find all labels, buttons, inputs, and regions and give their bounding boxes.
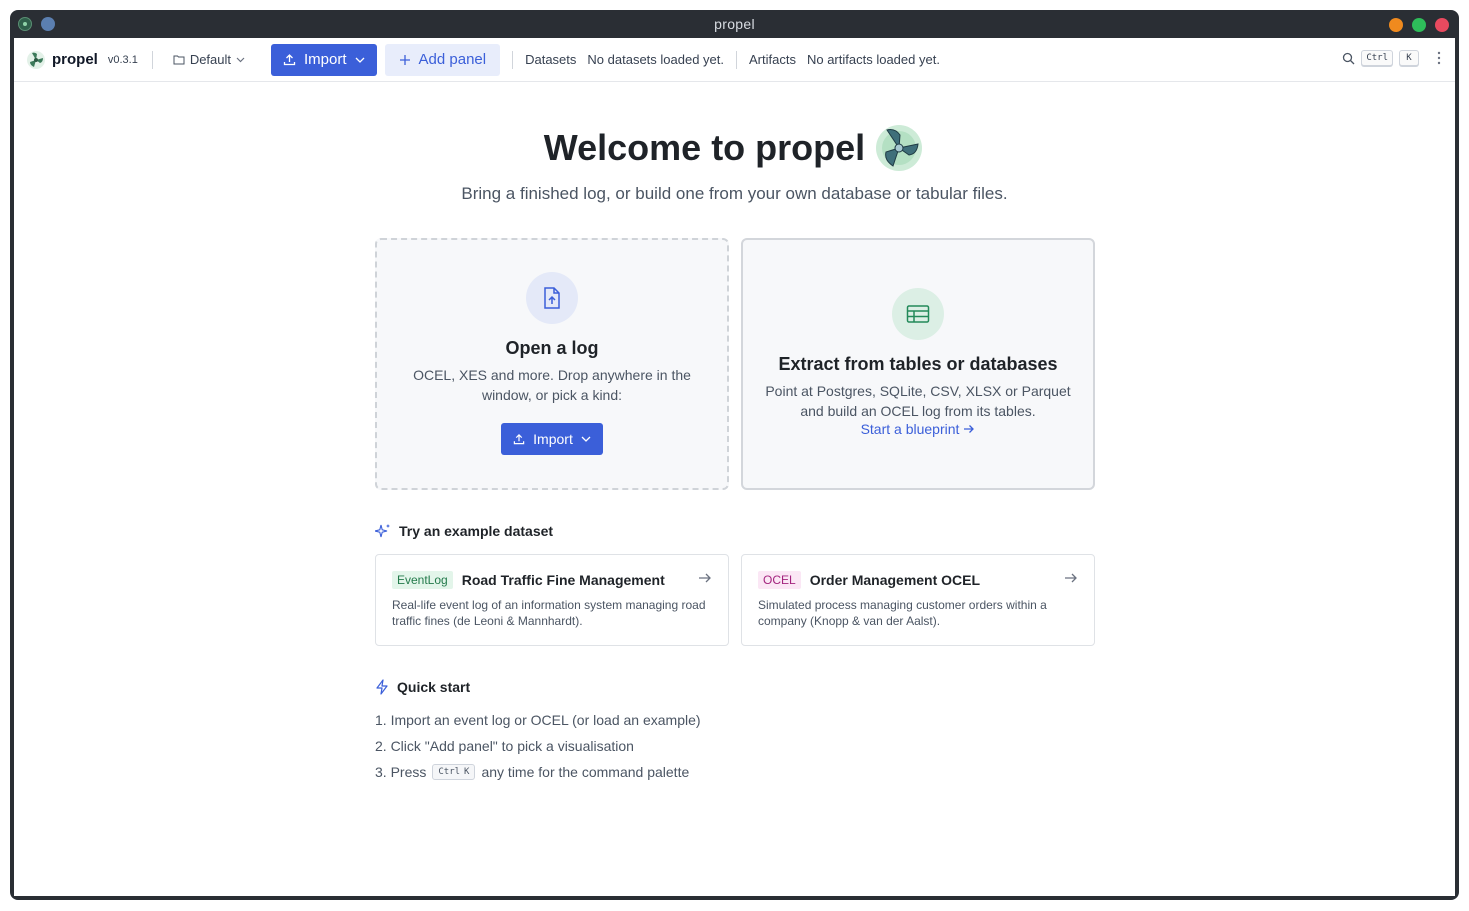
kbd-k: K [464,767,470,777]
examples-heading: Try an example dataset [375,523,553,539]
app-icon [18,17,32,31]
plus-icon [399,54,410,65]
minimize-button[interactable] [1389,18,1403,32]
propeller-icon [876,125,923,171]
step-text: any time for the command palette [481,764,690,780]
start-blueprint-label: Start a blueprint [860,421,960,437]
workspace-selector[interactable]: Default [173,52,245,67]
window-menu-icon[interactable] [41,17,55,31]
app-content: propel v0.3.1 Default Import Add panel D… [14,38,1455,896]
open-log-import-button[interactable]: Import [501,423,603,455]
folder-icon [173,55,185,65]
quickstart-step: 1. Import an event log or OCEL (or load … [375,707,701,733]
page-title: Welcome to propel [543,127,866,168]
lightning-icon [376,679,388,695]
extract-title: Extract from tables or databases [778,354,1058,374]
chevron-down-icon [355,57,364,63]
ocel-badge: OCEL [758,571,801,589]
extract-description: Point at Postgres, SQLite, CSV, XLSX or … [765,383,1071,419]
shortcut-ctrl-key: Ctrl [1361,50,1393,66]
sparkles-icon [375,524,390,538]
divider [151,50,153,69]
start-blueprint-link[interactable]: Start a blueprint [861,421,976,437]
datasets-status: No datasets loaded yet. [587,52,724,67]
step-text: 1. Import an event log or OCEL (or load … [375,712,701,728]
quickstart-steps: 1. Import an event log or OCEL (or load … [375,707,701,785]
search-icon[interactable] [1342,52,1355,65]
version-label: v0.3.1 [107,53,138,66]
close-button[interactable] [1435,18,1449,32]
titlebar: propel [10,10,1459,38]
more-options-icon[interactable] [1437,51,1441,65]
datasets-label: Datasets [525,52,577,67]
open-log-import-label: Import [533,431,573,447]
kbd-ctrl: Ctrl [438,767,461,777]
quickstart-step: 3. Press Ctrl K any time for the command… [375,759,701,785]
example-card-order-management[interactable]: OCEL Order Management OCEL Simulated pro… [741,554,1095,646]
workspace-label: Default [189,52,232,67]
arrow-right-icon [699,573,711,583]
step-text: 3. Press [375,764,427,780]
quickstart-step: 2. Click "Add panel" to pick a visualisa… [375,733,701,759]
arrow-right-icon [1065,573,1077,583]
maximize-button[interactable] [1412,18,1426,32]
page-subtitle: Bring a finished log, or build one from … [461,184,1008,203]
artifacts-label: Artifacts [749,52,796,67]
arrow-right-icon [964,425,975,433]
chevron-down-icon [236,57,245,62]
import-button[interactable]: Import [271,43,377,76]
example-title: Road Traffic Fine Management [461,572,665,588]
examples-heading-label: Try an example dataset [399,523,554,539]
step-text: 2. Click "Add panel" to pick a visualisa… [375,738,634,754]
upload-icon [283,54,296,66]
divider [736,50,737,69]
upload-icon [513,433,525,445]
example-card-road-traffic[interactable]: EventLog Road Traffic Fine Management Re… [375,554,729,646]
shortcut-k-key: K [1399,50,1419,66]
artifacts-status: No artifacts loaded yet. [806,52,940,67]
app-window: propel propel v0.3.1 Default Import Add … [10,10,1459,900]
example-description: Real-life event log of an information sy… [392,598,706,628]
quickstart-heading: Quick start [375,679,470,695]
toolbar: propel v0.3.1 Default Import Add panel D… [14,38,1455,82]
open-log-description: OCEL, XES and more. Drop anywhere in the… [413,367,691,403]
quickstart-heading-label: Quick start [397,679,471,695]
example-title: Order Management OCEL [809,572,981,588]
import-button-label: Import [304,51,347,68]
welcome-header: Welcome to propel [14,122,1455,174]
brand-name: propel [52,51,98,68]
brand[interactable]: propel [26,50,98,70]
add-panel-label: Add panel [418,51,487,68]
add-panel-button[interactable]: Add panel [384,43,501,76]
table-icon [892,288,944,340]
divider [512,50,514,69]
shortcut-kbd: Ctrl K [432,764,476,780]
chevron-down-icon [581,436,591,442]
file-upload-icon [526,272,578,324]
window-title: propel [714,16,755,32]
main-content: Welcome to propel Bring a finished log, … [14,82,1455,896]
propeller-logo-icon [27,50,45,69]
eventlog-badge: EventLog [392,571,453,589]
open-log-card[interactable]: Open a log OCEL, XES and more. Drop anyw… [375,238,729,490]
extract-card[interactable]: Extract from tables or databases Point a… [741,238,1095,490]
open-log-title: Open a log [505,338,599,358]
example-description: Simulated process managing customer orde… [758,598,1047,628]
